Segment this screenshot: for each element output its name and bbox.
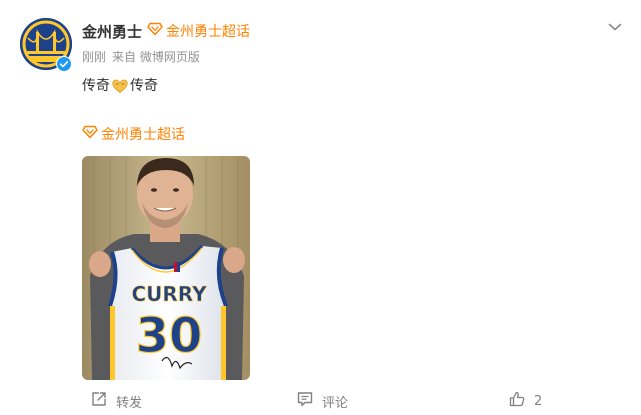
post-meta: 刚刚 来自 微博网页版 [82, 49, 200, 65]
post-source: 来自 微博网页版 [112, 50, 200, 64]
weibo-post-card: 金州勇士 金州勇士超话 刚刚 来自 微博网页版 传奇 传奇 金州勇士超话 CUR… [0, 0, 641, 415]
repost-button[interactable]: 转发 [90, 390, 142, 412]
jersey-name-text: CURRY [131, 282, 207, 306]
comment-icon [296, 390, 314, 412]
messi-holding-jersey-photo: CURRY 30 [82, 156, 250, 380]
post-text-part1: 传奇 [82, 78, 110, 94]
more-options-button[interactable] [606, 18, 624, 36]
author-name[interactable]: 金州勇士 [82, 22, 142, 42]
heart-hands-emoji [111, 77, 129, 95]
jersey-number-text: 30 [136, 308, 203, 364]
repost-label: 转发 [116, 395, 143, 411]
super-topic-tag[interactable]: 金州勇士超话 [82, 124, 185, 144]
thumbs-up-icon [508, 390, 526, 412]
author-super-topic-link[interactable]: 金州勇士超话 [147, 22, 250, 42]
post-text-part2: 传奇 [130, 78, 158, 94]
comment-label: 评论 [322, 395, 349, 411]
diamond-icon [147, 22, 163, 42]
comment-button[interactable]: 评论 [296, 390, 348, 412]
post-text: 传奇 传奇 [82, 76, 158, 96]
verified-badge-icon [56, 56, 72, 72]
like-button[interactable]: 2 [508, 390, 542, 412]
diamond-icon [82, 125, 98, 143]
post-image[interactable]: CURRY 30 [82, 156, 250, 380]
share-icon [90, 390, 108, 412]
chevron-down-icon [608, 23, 622, 31]
super-topic-tag-label: 金州勇士超话 [101, 127, 185, 143]
author-super-topic-label: 金州勇士超话 [166, 24, 250, 40]
like-count: 2 [534, 393, 543, 409]
post-time[interactable]: 刚刚 [82, 49, 106, 65]
